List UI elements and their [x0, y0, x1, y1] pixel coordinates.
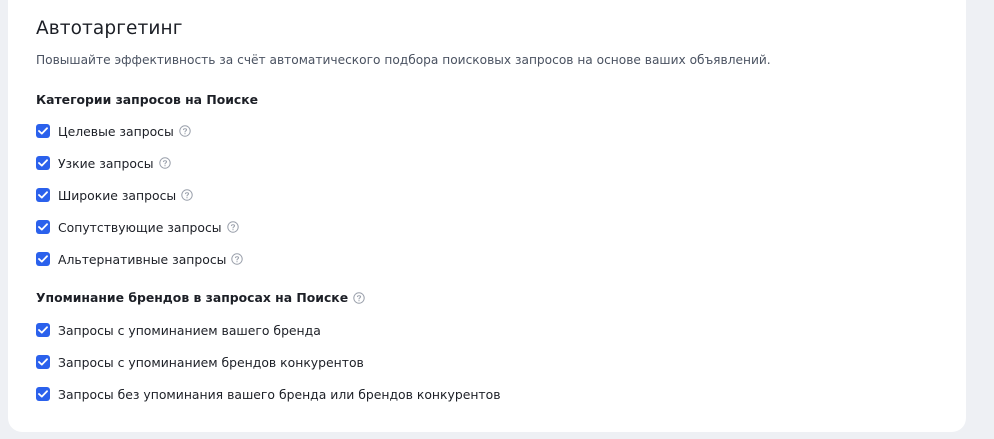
check-icon: [38, 159, 48, 167]
checkbox-row-no-brands[interactable]: Запросы без упоминания вашего бренда или…: [36, 385, 501, 403]
check-icon: [38, 191, 48, 199]
checkbox[interactable]: [36, 323, 50, 337]
help-icon[interactable]: [179, 125, 191, 137]
checkbox[interactable]: [36, 355, 50, 369]
section-description: Повышайте эффективность за счёт автомати…: [36, 53, 771, 67]
check-icon: [38, 358, 48, 366]
checkbox-label: Узкие запросы: [58, 155, 154, 171]
autotargeting-card: Автотаргетинг Повышайте эффективность за…: [8, 0, 966, 432]
search-categories-heading: Категории запросов на Поиске: [36, 92, 258, 107]
checkbox-label: Запросы без упоминания вашего бренда или…: [58, 386, 501, 402]
checkbox-row-own-brand[interactable]: Запросы с упоминанием вашего бренда: [36, 321, 321, 339]
check-icon: [38, 390, 48, 398]
checkbox-label: Запросы с упоминанием вашего бренда: [58, 322, 321, 338]
search-categories-title: Категории запросов на Поиске: [36, 92, 259, 107]
brand-mentions-heading: Упоминание брендов в запросах на Поиске: [36, 290, 365, 305]
checkbox-row-competitor-brands[interactable]: Запросы с упоминанием брендов конкуренто…: [36, 353, 364, 371]
checkbox-label: Целевые запросы: [58, 123, 174, 139]
checkbox[interactable]: [36, 252, 50, 266]
help-icon[interactable]: [231, 253, 244, 265]
check-icon: [38, 223, 48, 231]
help-icon[interactable]: [158, 157, 171, 169]
check-icon: [38, 326, 48, 334]
check-icon: [38, 255, 48, 263]
help-icon[interactable]: [181, 189, 193, 201]
check-icon: [38, 127, 48, 135]
checkbox-row-broad-queries[interactable]: Широкие запросы: [36, 186, 193, 204]
checkbox[interactable]: [36, 188, 50, 202]
checkbox-row-related-queries[interactable]: Сопутствующие запросы: [36, 218, 239, 236]
checkbox-row-alternative-queries[interactable]: Альтернативные запросы: [36, 250, 244, 268]
checkbox-label: Альтернативные запросы: [58, 251, 227, 267]
checkbox-label: Сопутствующие запросы: [58, 219, 222, 235]
brand-mentions-title: Упоминание брендов в запросах на Поиске: [36, 290, 349, 305]
checkbox[interactable]: [36, 124, 50, 138]
checkbox-label: Запросы с упоминанием брендов конкуренто…: [58, 354, 364, 370]
checkbox-row-target-queries[interactable]: Целевые запросы: [36, 122, 191, 140]
help-icon[interactable]: [353, 291, 365, 304]
section-title: Автотаргетинг: [36, 18, 183, 39]
checkbox-row-narrow-queries[interactable]: Узкие запросы: [36, 154, 171, 172]
help-icon[interactable]: [226, 221, 239, 233]
checkbox-label: Широкие запросы: [58, 187, 177, 203]
checkbox[interactable]: [36, 156, 50, 170]
checkbox[interactable]: [36, 220, 50, 234]
checkbox[interactable]: [36, 387, 50, 401]
